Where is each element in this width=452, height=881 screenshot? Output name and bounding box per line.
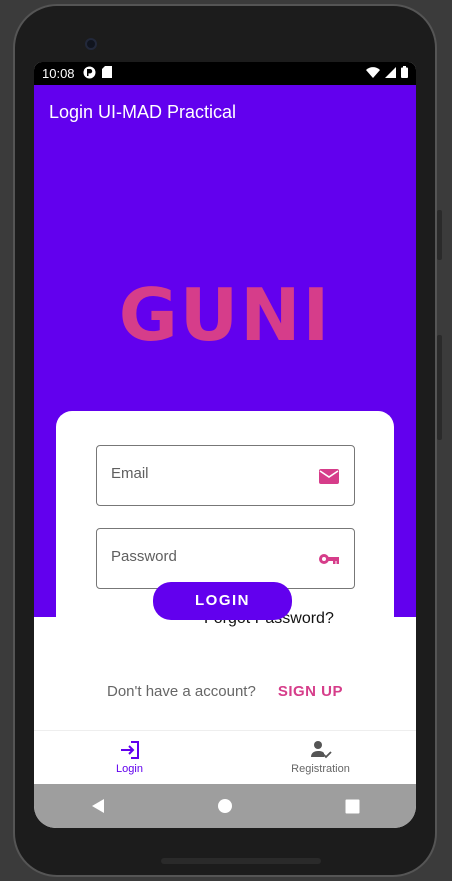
signup-row: Don't have a account? SIGN UP [34, 683, 416, 700]
power-button [437, 210, 442, 260]
battery-icon [401, 66, 408, 81]
nav-label-login: Login [116, 763, 143, 775]
login-card: Forgot Password? [56, 411, 394, 681]
status-time: 10:08 [42, 66, 75, 81]
bottom-speaker [161, 858, 321, 864]
key-icon [319, 554, 339, 564]
app-screen: 10:08 Login UI-MAD Practical GUNI Email … [34, 62, 416, 828]
signup-link[interactable]: SIGN UP [278, 683, 343, 700]
recents-icon[interactable] [343, 797, 361, 815]
person-check-icon [310, 741, 332, 759]
email-field[interactable] [96, 445, 355, 506]
volume-button [437, 335, 442, 440]
password-input[interactable] [111, 548, 311, 565]
status-bar: 10:08 [34, 62, 416, 85]
bottom-navigation: Login Registration [34, 730, 416, 784]
signal-icon [385, 66, 396, 81]
system-navigation-bar [34, 784, 416, 828]
nav-item-registration[interactable]: Registration [225, 731, 416, 784]
signup-prompt: Don't have a account? [107, 683, 256, 700]
nav-label-registration: Registration [291, 763, 350, 775]
home-icon[interactable] [216, 797, 234, 815]
front-camera [85, 38, 97, 50]
back-icon[interactable] [89, 797, 107, 815]
nav-item-login[interactable]: Login [34, 731, 225, 784]
wifi-icon [366, 66, 380, 81]
device-frame: 10:08 Login UI-MAD Practical GUNI Email … [0, 0, 452, 881]
app-notification-icon [83, 66, 96, 82]
email-icon [319, 469, 339, 484]
email-input[interactable] [111, 465, 311, 482]
app-bar: Login UI-MAD Practical [34, 85, 416, 139]
guni-logo: GUNI [118, 273, 332, 357]
hero-section: GUNI Email Password? [34, 139, 416, 681]
status-icons [366, 66, 408, 81]
sd-card-icon [101, 66, 112, 81]
login-icon [120, 741, 139, 759]
app-title: Login UI-MAD Practical [49, 102, 237, 122]
password-field[interactable] [96, 528, 355, 589]
login-button[interactable]: LOGIN [153, 582, 292, 620]
